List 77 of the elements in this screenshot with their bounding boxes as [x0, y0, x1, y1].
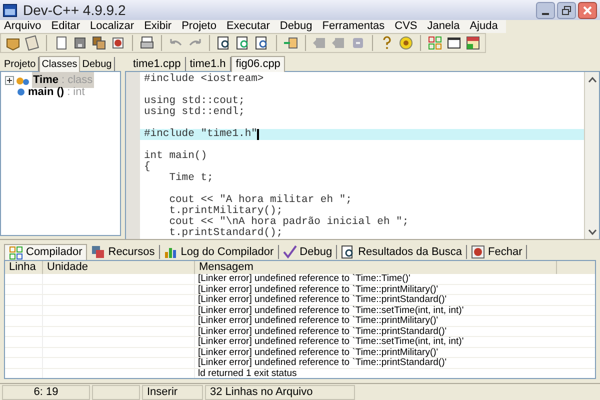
menu-item[interactable]: Projeto [182, 20, 216, 33]
close-panel-icon [471, 245, 486, 259]
code-line: #include <iostream> [144, 73, 264, 85]
window-icon[interactable] [446, 35, 462, 51]
expand-icon[interactable] [7, 78, 12, 82]
class-icon [16, 74, 30, 86]
resources-icon [91, 245, 106, 259]
table-cell: ld returned 1 exit status [198, 368, 297, 378]
code-line: { [144, 161, 150, 173]
code-line: Time t; [168, 172, 214, 184]
panels-icon[interactable] [465, 35, 481, 51]
code-line: t.printMilitary(); [168, 205, 283, 217]
table-cell: [Linker error] undefined reference to `Time::printMilitary()' [198, 315, 438, 326]
menu-item[interactable]: Ferramentas [322, 20, 385, 33]
panel-tab[interactable]: Log do Compilador [160, 245, 279, 259]
menu-item[interactable]: CVS [394, 20, 418, 33]
table-cell: [Linker error] undefined reference to `Time::printMilitary()' [198, 284, 438, 294]
close-button[interactable] [578, 2, 597, 18]
code-line: using std::endl; [144, 106, 245, 118]
project-options-icon[interactable] [24, 35, 40, 51]
code-line: #include "time1.h" [144, 129, 258, 140]
grid-icon[interactable] [427, 35, 443, 51]
panel-tab[interactable]: Fechar [467, 245, 528, 259]
tree-item[interactable]: Time : class [32, 72, 94, 88]
restore-icon [562, 6, 571, 14]
table-cell: [Linker error] undefined reference to `Time::setTime(int, int, int)' [198, 336, 464, 347]
window-title: Dev-C++ 4.9.9.2 [23, 0, 126, 20]
app-icon [3, 4, 17, 16]
close-icon [583, 6, 592, 14]
check-icon [282, 245, 297, 259]
menu-item[interactable]: Ajuda [470, 20, 498, 33]
table-cell: [Linker error] undefined reference to `Time::printStandard()' [198, 294, 447, 305]
panel-tab[interactable]: Resultados da Busca [337, 245, 468, 259]
table-cell: [Linker error] undefined reference to `Time::setTime(int, int, int)' [198, 304, 464, 316]
print-icon[interactable] [139, 35, 155, 51]
menu-item[interactable]: Localizar [90, 20, 134, 33]
panel-tab[interactable]: Compilador [4, 244, 88, 260]
menu-item[interactable]: Debug [280, 20, 312, 33]
text-cursor [257, 129, 260, 140]
bar-chart-icon [164, 245, 178, 259]
code-line: int main() [144, 150, 208, 162]
column-header[interactable]: Mensagem [195, 261, 557, 274]
menu-item[interactable]: Arquivo [4, 20, 42, 33]
goto-line-icon[interactable] [283, 35, 299, 51]
save-all-icon[interactable] [91, 35, 107, 51]
column-header[interactable]: Unidade [43, 261, 195, 274]
column-header[interactable]: Linha [5, 261, 43, 274]
status-field: 32 Linhas no Arquivo [205, 384, 355, 400]
minimize-icon [542, 12, 549, 14]
status-field: Inserir [142, 384, 203, 400]
grid-icon [9, 246, 23, 260]
menu-item[interactable]: Executar [226, 20, 270, 33]
scroll-down-icon [588, 227, 596, 236]
menu-item[interactable]: Janela [427, 20, 460, 33]
menu-item[interactable]: Editar [51, 20, 80, 33]
tab[interactable]: fig06.cpp [230, 56, 286, 72]
table-cell: [Linker error] undefined reference to `Time::Time()' [198, 273, 410, 284]
panel-tab[interactable]: Recursos [87, 245, 160, 259]
menu-item[interactable]: Exibir [144, 20, 172, 33]
status-field [92, 384, 140, 400]
code-line: using std::cout; [144, 95, 245, 107]
close-file-icon[interactable] [110, 35, 126, 51]
tab[interactable]: Classes [38, 56, 80, 72]
scroll-up-icon [588, 75, 596, 84]
method-icon [17, 88, 25, 96]
table-cell: [Linker error] undefined reference to `Time::printStandard()' [198, 326, 447, 336]
code-line: cout << "A hora militar eh "; [168, 194, 352, 206]
table-cell: [Linker error] undefined reference to `Time::printStandard()' [198, 357, 447, 368]
minimize-button[interactable] [536, 2, 555, 18]
table-cell: [Linker error] undefined reference to `Time::printMilitary()' [198, 346, 438, 358]
status-field: 6: 19 [2, 384, 90, 400]
panel-tab[interactable]: Debug [278, 245, 338, 259]
code-line: cout << "\nA hora padrão inicial eh "; [168, 216, 409, 228]
save-icon[interactable] [72, 35, 88, 51]
about-icon[interactable] [398, 35, 414, 51]
restore-button[interactable] [557, 2, 576, 18]
code-line: t.printStandard(); [168, 227, 283, 239]
